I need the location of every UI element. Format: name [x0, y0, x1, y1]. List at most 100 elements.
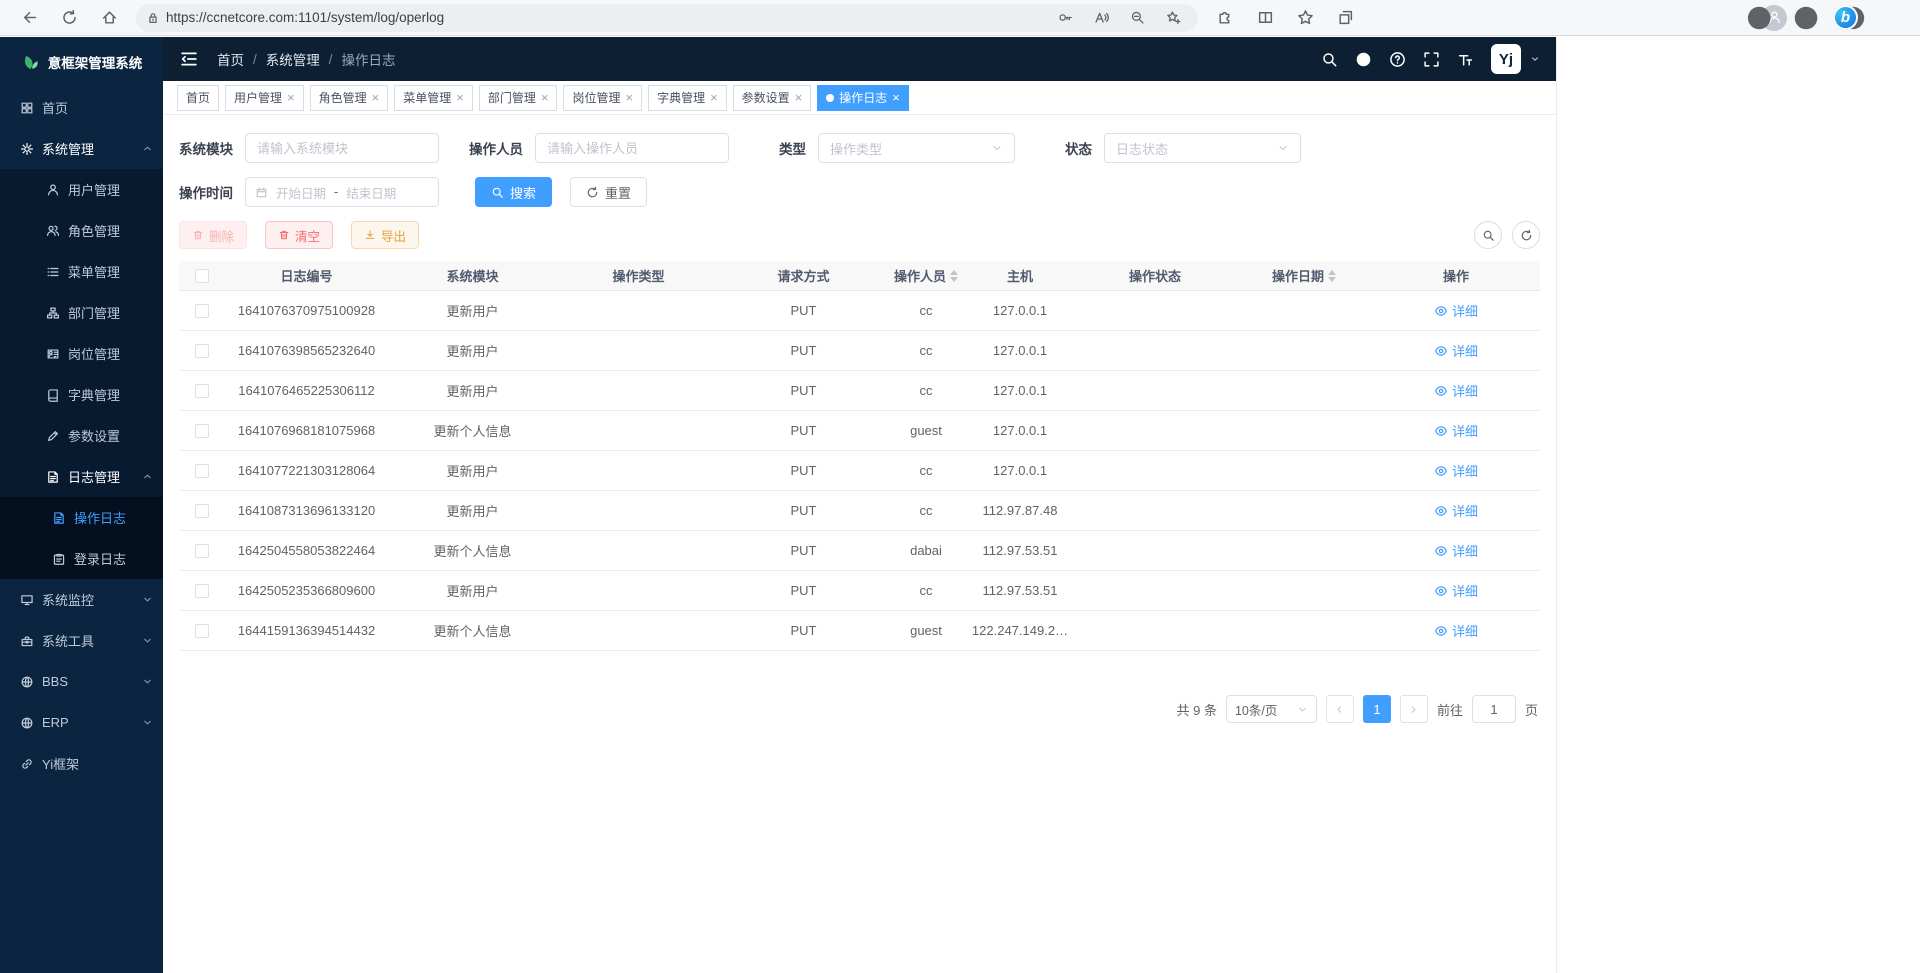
sidebar-item-4[interactable]: 菜单管理	[0, 251, 163, 292]
detail-link[interactable]: 详细	[1434, 421, 1478, 440]
sidebar-item-13[interactable]: 系统工具	[0, 620, 163, 661]
sidebar-collapse-icon[interactable]	[179, 49, 199, 69]
delete-button[interactable]: 删除	[179, 221, 247, 249]
font-size-icon[interactable]	[1457, 51, 1474, 68]
sidebar-item-8[interactable]: 参数设置	[0, 415, 163, 456]
sidebar-item-2[interactable]: 用户管理	[0, 169, 163, 210]
detail-link[interactable]: 详细	[1434, 581, 1478, 600]
status-select[interactable]: 日志状态	[1104, 133, 1301, 163]
module-input[interactable]	[245, 133, 439, 163]
row-checkbox[interactable]	[195, 304, 209, 318]
header-search-icon[interactable]	[1321, 51, 1338, 68]
page-size-select[interactable]: 10条/页	[1226, 695, 1317, 723]
detail-link[interactable]: 详细	[1434, 381, 1478, 400]
collections-button[interactable]	[1326, 3, 1364, 33]
read-aloud-button[interactable]	[1086, 6, 1116, 30]
extensions-button[interactable]	[1206, 3, 1244, 33]
star-add-icon	[1166, 10, 1181, 25]
reset-button[interactable]: 重置	[570, 177, 647, 207]
tab-close-icon[interactable]: ×	[287, 91, 295, 104]
user-logo-badge[interactable]: Yj	[1491, 44, 1521, 74]
favorite-this-page-button[interactable]	[1158, 6, 1188, 30]
tab-2[interactable]: 角色管理×	[310, 85, 389, 111]
tab-close-icon[interactable]: ×	[456, 91, 464, 104]
row-checkbox[interactable]	[195, 424, 209, 438]
sidebar-item-6[interactable]: 岗位管理	[0, 333, 163, 374]
sidebar-item-12[interactable]: 系统监控	[0, 579, 163, 620]
user-menu-caret-icon[interactable]	[1530, 54, 1540, 64]
row-checkbox[interactable]	[195, 384, 209, 398]
export-button[interactable]: 导出	[351, 221, 419, 249]
goto-page-input[interactable]	[1472, 695, 1516, 723]
row-checkbox[interactable]	[195, 584, 209, 598]
copilot-bing-button[interactable]: b	[1833, 5, 1858, 30]
refresh-table-button[interactable]	[1512, 221, 1540, 249]
sidebar-item-10[interactable]: 操作日志	[0, 497, 163, 538]
sidebar-item-15[interactable]: ERP	[0, 702, 163, 743]
zoom-out-button[interactable]	[1122, 6, 1152, 30]
column-header-4[interactable]: 操作人员	[886, 266, 966, 285]
tab-5[interactable]: 岗位管理×	[563, 85, 642, 111]
prev-page-button[interactable]	[1326, 695, 1354, 723]
sidebar-item-11[interactable]: 登录日志	[0, 538, 163, 579]
detail-link[interactable]: 详细	[1434, 541, 1478, 560]
select-all-checkbox[interactable]	[195, 269, 209, 283]
next-page-button[interactable]	[1400, 695, 1428, 723]
toggle-search-button[interactable]	[1474, 221, 1502, 249]
current-page-button[interactable]: 1	[1363, 695, 1391, 723]
sidebar-item-1[interactable]: 系统管理	[0, 128, 163, 169]
github-icon[interactable]	[1355, 51, 1372, 68]
detail-link[interactable]: 详细	[1434, 621, 1478, 640]
fullscreen-icon[interactable]	[1423, 51, 1440, 68]
tab-0[interactable]: 首页	[177, 85, 219, 111]
tab-1[interactable]: 用户管理×	[225, 85, 304, 111]
back-button[interactable]	[10, 3, 48, 33]
address-bar[interactable]: https://ccnetcore.com:1101/system/log/op…	[136, 4, 1198, 32]
tab-8[interactable]: 操作日志×	[817, 85, 909, 111]
row-checkbox[interactable]	[195, 344, 209, 358]
search-button[interactable]: 搜索	[475, 177, 552, 207]
operator-input[interactable]	[535, 133, 729, 163]
tab-close-icon[interactable]: ×	[541, 91, 549, 104]
sidebar-item-label: BBS	[42, 674, 68, 689]
tab-close-icon[interactable]: ×	[892, 91, 900, 104]
refresh-button[interactable]	[50, 3, 88, 33]
sidebar-item-0[interactable]: 首页	[0, 87, 163, 128]
sidebar-item-5[interactable]: 部门管理	[0, 292, 163, 333]
help-question-icon[interactable]	[1389, 51, 1406, 68]
row-checkbox[interactable]	[195, 464, 209, 478]
detail-link[interactable]: 详细	[1434, 461, 1478, 480]
sidebar-item-9[interactable]: 日志管理	[0, 456, 163, 497]
clear-button[interactable]: 清空	[265, 221, 333, 249]
date-range-input[interactable]: 开始日期 - 结束日期	[245, 177, 439, 207]
breadcrumb-item[interactable]: 首页	[217, 49, 244, 69]
tab-7[interactable]: 参数设置×	[733, 85, 812, 111]
type-select[interactable]: 操作类型	[818, 133, 1015, 163]
tab-close-icon[interactable]: ×	[372, 91, 380, 104]
split-screen-button[interactable]	[1246, 3, 1284, 33]
sidebar-item-3[interactable]: 角色管理	[0, 210, 163, 251]
sidebar-item-16[interactable]: Yi框架	[0, 743, 163, 784]
home-button[interactable]	[90, 3, 128, 33]
browser-menu-button[interactable]	[1789, 3, 1823, 33]
sidebar-item-14[interactable]: BBS	[0, 661, 163, 702]
tab-3[interactable]: 菜单管理×	[394, 85, 473, 111]
row-checkbox[interactable]	[195, 624, 209, 638]
favorites-button[interactable]	[1286, 3, 1324, 33]
reset-icon	[586, 186, 599, 199]
tab-4[interactable]: 部门管理×	[479, 85, 558, 111]
tab-close-icon[interactable]: ×	[710, 91, 718, 104]
tab-close-icon[interactable]: ×	[795, 91, 803, 104]
row-checkbox[interactable]	[195, 544, 209, 558]
row-checkbox[interactable]	[195, 504, 209, 518]
detail-link[interactable]: 详细	[1434, 501, 1478, 520]
detail-link[interactable]: 详细	[1434, 301, 1478, 320]
eye-icon	[1434, 424, 1448, 438]
breadcrumb-item[interactable]: 系统管理	[266, 49, 320, 69]
detail-link[interactable]: 详细	[1434, 341, 1478, 360]
password-key-button[interactable]	[1050, 6, 1080, 30]
column-header-7[interactable]: 操作日期	[1236, 266, 1372, 285]
tab-6[interactable]: 字典管理×	[648, 85, 727, 111]
tab-close-icon[interactable]: ×	[625, 91, 633, 104]
sidebar-item-7[interactable]: 字典管理	[0, 374, 163, 415]
